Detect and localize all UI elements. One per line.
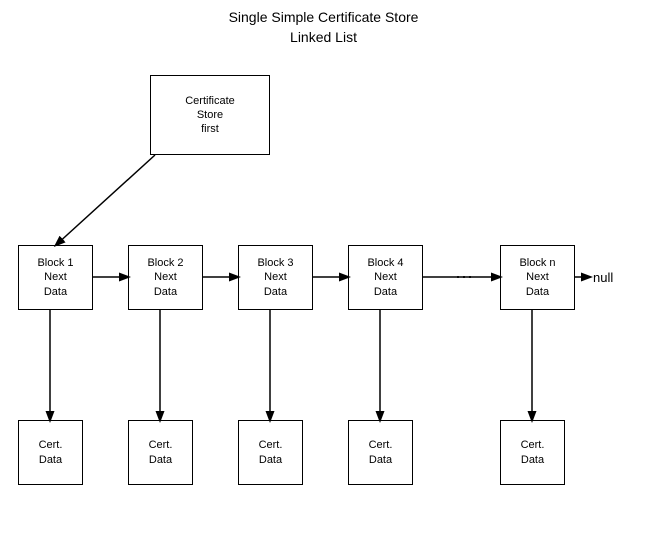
- block-4-box: Block 4 Next Data: [348, 245, 423, 310]
- cert-1-box: Cert. Data: [18, 420, 83, 485]
- block-2-label: Block 2 Next Data: [147, 256, 183, 299]
- block-1-box: Block 1 Next Data: [18, 245, 93, 310]
- null-label: null: [593, 270, 613, 285]
- diagram-title: Single Simple Certificate Store Linked L…: [0, 8, 647, 47]
- cert-2-label: Cert. Data: [149, 438, 173, 467]
- title-line2: Linked List: [0, 28, 647, 48]
- ellipsis-dots: ···: [455, 266, 473, 286]
- block-3-label: Block 3 Next Data: [257, 256, 293, 299]
- store-to-block1-arrow: [56, 155, 155, 245]
- diagram: Single Simple Certificate Store Linked L…: [0, 0, 647, 547]
- cert-3-box: Cert. Data: [238, 420, 303, 485]
- cert-n-box: Cert. Data: [500, 420, 565, 485]
- block-1-label: Block 1 Next Data: [37, 256, 73, 299]
- block-4-label: Block 4 Next Data: [367, 256, 403, 299]
- block-3-box: Block 3 Next Data: [238, 245, 313, 310]
- cert-2-box: Cert. Data: [128, 420, 193, 485]
- cert-1-label: Cert. Data: [39, 438, 63, 467]
- cert-3-label: Cert. Data: [259, 438, 283, 467]
- block-n-box: Block n Next Data: [500, 245, 575, 310]
- title-line1: Single Simple Certificate Store: [0, 8, 647, 28]
- cert-4-label: Cert. Data: [369, 438, 393, 467]
- cert-store-label: Certificate Store first: [185, 94, 235, 137]
- cert-n-label: Cert. Data: [521, 438, 545, 467]
- block-2-box: Block 2 Next Data: [128, 245, 203, 310]
- block-n-label: Block n Next Data: [519, 256, 555, 299]
- cert-4-box: Cert. Data: [348, 420, 413, 485]
- cert-store-box: Certificate Store first: [150, 75, 270, 155]
